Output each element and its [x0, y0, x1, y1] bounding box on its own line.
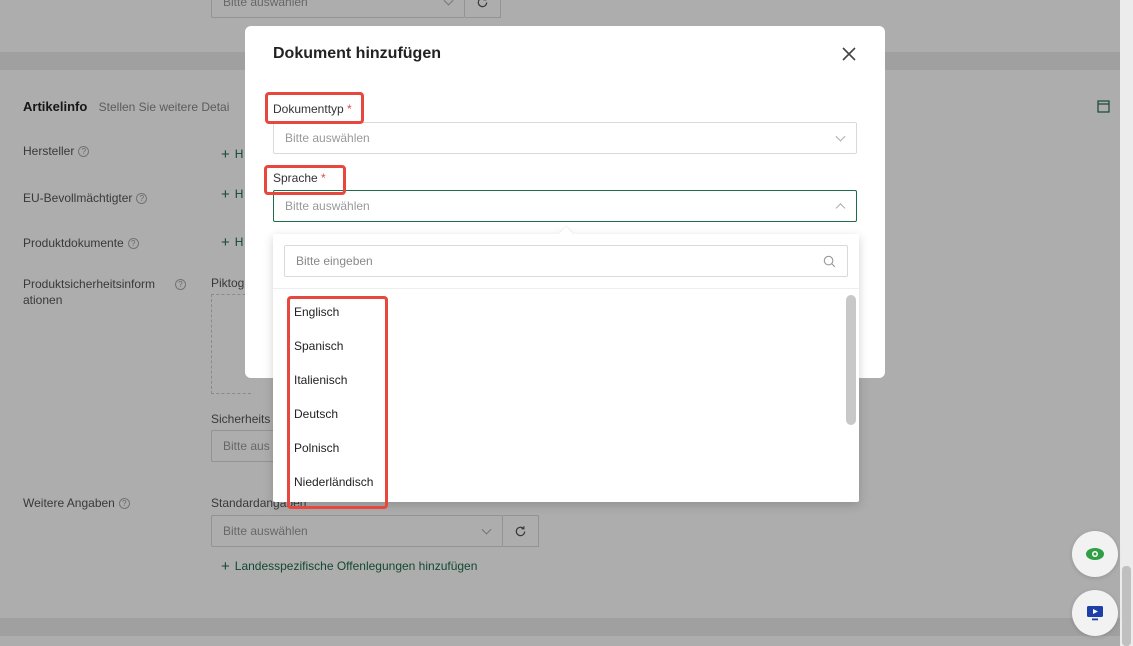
language-select[interactable]: Bitte auswählen	[273, 190, 857, 222]
modal-title: Dokument hinzufügen	[273, 45, 441, 62]
chevron-up-icon	[835, 203, 846, 214]
dropdown-scrollbar[interactable]	[846, 295, 856, 425]
page-scrollbar-track[interactable]	[1120, 0, 1133, 646]
video-tutorial-button[interactable]	[1072, 590, 1118, 636]
doc-type-select[interactable]: Bitte auswählen	[273, 122, 857, 154]
highlight-options	[287, 296, 388, 509]
chat-eye-icon	[1086, 548, 1104, 560]
search-icon	[823, 255, 836, 268]
chat-support-button[interactable]	[1072, 531, 1118, 577]
chevron-down-icon	[835, 131, 846, 142]
highlight-language	[264, 165, 346, 195]
highlight-doc-type	[265, 92, 364, 124]
monitor-play-icon	[1087, 606, 1103, 621]
dropdown-search-input[interactable]: Bitte eingeben	[284, 245, 848, 277]
close-icon[interactable]	[839, 44, 859, 64]
dropdown-divider	[273, 288, 859, 289]
page-scrollbar-thumb[interactable]	[1122, 566, 1131, 646]
